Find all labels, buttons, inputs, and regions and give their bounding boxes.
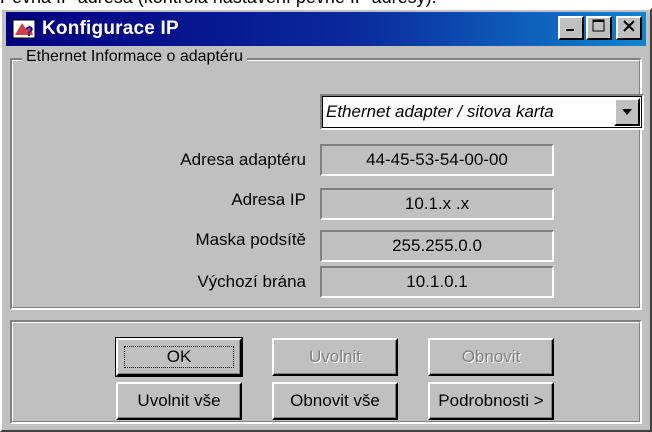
adapter-select-arrow[interactable] — [614, 98, 640, 126]
minimize-button[interactable] — [558, 16, 584, 40]
ok-button[interactable]: OK — [115, 337, 243, 377]
details-button[interactable]: Podrobnosti > — [428, 382, 554, 420]
default-gateway-value: 10.1.0.1 — [320, 266, 554, 298]
subnet-mask-value: 255.255.0.0 — [320, 230, 554, 262]
adapter-select-value: Ethernet adapter / sitova karta — [326, 102, 554, 121]
adapter-address-label: Adresa adaptéru — [180, 150, 306, 169]
window-title: Konfigurace IP — [42, 18, 179, 39]
close-icon — [622, 19, 636, 38]
dropdown-arrow-icon — [621, 103, 633, 121]
default-gateway-label: Výchozí brána — [197, 272, 306, 291]
renew-button[interactable]: Obnovit — [428, 338, 554, 376]
release-all-button[interactable]: Uvolnit vše — [116, 382, 242, 420]
window-controls — [558, 16, 642, 40]
adapter-select[interactable]: Ethernet adapter / sitova karta — [320, 94, 644, 130]
subnet-mask-label: Maska podsítě — [195, 230, 306, 249]
title-bar[interactable]: ? Konfigurace IP — [6, 12, 646, 46]
page-caption: Pevná IP adresa (kontrola nastavení pevn… — [0, 0, 652, 8]
maximize-button[interactable] — [586, 16, 612, 40]
adapter-address-value: 44-45-53-54-00-00 — [320, 144, 554, 176]
svg-text:?: ? — [25, 23, 34, 39]
ok-button-label: OK — [166, 347, 192, 366]
release-all-button-label: Uvolnit vše — [137, 391, 221, 410]
renew-all-button-label: Obnovit vše — [290, 391, 380, 410]
renew-button-label: Obnovit — [461, 347, 521, 366]
minimize-icon — [565, 19, 577, 37]
release-button[interactable]: Uvolnit — [272, 338, 398, 376]
network-question-icon: ? — [12, 17, 36, 41]
close-button[interactable] — [616, 16, 642, 40]
ip-config-window: ? Konfigurace IP Ethernet Informace o ad… — [0, 8, 652, 432]
adapter-info-group-legend: Ethernet Informace o adaptéru — [22, 48, 248, 66]
details-button-label: Podrobnosti > — [438, 391, 544, 410]
renew-all-button[interactable]: Obnovit vše — [272, 382, 398, 420]
release-button-label: Uvolnit — [309, 347, 361, 366]
maximize-icon — [592, 19, 606, 38]
ip-address-label: Adresa IP — [231, 190, 306, 209]
ip-address-value: 10.1.x .x — [320, 188, 554, 220]
